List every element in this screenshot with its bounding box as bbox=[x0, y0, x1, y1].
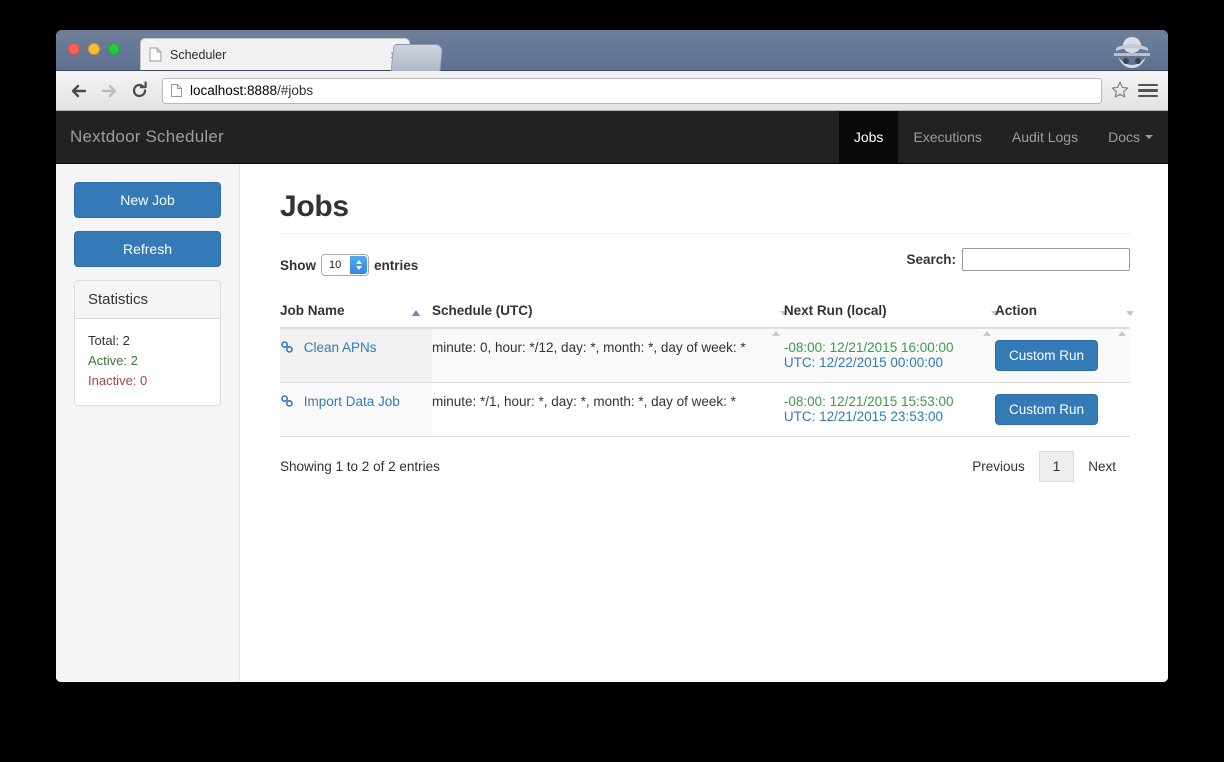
next-run-local: -08:00: 12/21/2015 16:00:00 bbox=[783, 340, 954, 355]
statistic-active: Active: 2 bbox=[88, 353, 138, 369]
entries-label: entries bbox=[374, 257, 419, 273]
job-schedule-cell: minute: 0, hour: */12, day: *, month: *,… bbox=[431, 328, 784, 383]
nav-item-jobs[interactable]: Jobs bbox=[838, 111, 899, 163]
next-run-local: -08:00: 12/21/2015 15:53:00 bbox=[783, 394, 954, 409]
job-next-run-cell: -08:00: 12/21/2015 16:00:00 UTC: 12/22/2… bbox=[783, 328, 995, 383]
nav-item-audit-logs-label: Audit Logs bbox=[1011, 129, 1079, 145]
pagination-page-1[interactable]: 1 bbox=[1038, 451, 1075, 482]
pagination: Previous 1 Next bbox=[958, 451, 1130, 482]
page-icon bbox=[149, 47, 162, 62]
column-header-schedule[interactable]: Schedule (UTC) bbox=[431, 294, 788, 336]
statistics-heading: Statistics bbox=[75, 281, 220, 319]
custom-run-button[interactable]: Custom Run bbox=[994, 394, 1098, 425]
navbar-items: Jobs Executions Audit Logs Docs bbox=[838, 111, 1168, 163]
browser-menu-icon[interactable] bbox=[1138, 80, 1158, 102]
incognito-icon bbox=[1110, 32, 1154, 70]
sidebar: New Job Refresh Statistics Total: 2 Acti… bbox=[56, 164, 240, 682]
table-row: Import Data Job minute: */1, hour: *, da… bbox=[280, 382, 1130, 437]
column-header-next-run-label: Next Run (local) bbox=[783, 303, 887, 318]
statistics-panel: Statistics Total: 2 Active: 2 Inactive: … bbox=[74, 280, 221, 407]
job-name-link[interactable]: Import Data Job bbox=[304, 394, 400, 409]
nav-item-audit-logs[interactable]: Audit Logs bbox=[997, 111, 1093, 163]
page-icon bbox=[171, 84, 182, 97]
page-title: Jobs bbox=[280, 190, 349, 223]
job-next-run-cell: -08:00: 12/21/2015 15:53:00 UTC: 12/21/2… bbox=[783, 382, 995, 437]
column-header-next-run[interactable]: Next Run (local) bbox=[783, 294, 999, 336]
app-navbar: Nextdoor Scheduler Jobs Executions Audit… bbox=[56, 111, 1168, 164]
page-length-value: 10 bbox=[329, 259, 342, 271]
column-header-job-name-label: Job Name bbox=[280, 303, 345, 318]
browser-titlebar: Scheduler × bbox=[56, 30, 1168, 71]
sort-ascending-icon bbox=[411, 310, 420, 316]
statistic-total: Total: 2 bbox=[88, 333, 130, 348]
link-icon bbox=[280, 394, 294, 411]
stepper-arrows-icon[interactable] bbox=[350, 256, 367, 274]
chevron-down-icon bbox=[1145, 135, 1153, 139]
reload-icon[interactable] bbox=[126, 78, 152, 104]
maximize-window-button[interactable] bbox=[108, 43, 120, 55]
app-brand[interactable]: Nextdoor Scheduler bbox=[56, 111, 239, 163]
refresh-button[interactable]: Refresh bbox=[74, 231, 221, 267]
new-job-button[interactable]: New Job bbox=[74, 182, 221, 218]
forward-icon[interactable] bbox=[96, 78, 122, 104]
job-action-cell: Custom Run bbox=[994, 328, 1130, 383]
search-input[interactable] bbox=[962, 248, 1130, 271]
column-header-job-name[interactable]: Job Name bbox=[280, 294, 432, 329]
bookmark-star-icon[interactable] bbox=[1110, 80, 1132, 102]
nav-item-jobs-label: Jobs bbox=[853, 129, 884, 145]
window-traffic-lights bbox=[68, 43, 120, 55]
url-host: localhost:8888 bbox=[190, 83, 278, 98]
job-name-link[interactable]: Clean APNs bbox=[304, 340, 377, 355]
new-tab-button[interactable] bbox=[390, 44, 444, 71]
table-row: Clean APNs minute: 0, hour: */12, day: *… bbox=[280, 328, 1130, 383]
statistics-body: Total: 2 Active: 2 Inactive: 0 bbox=[75, 319, 220, 405]
table-info: Showing 1 to 2 of 2 entries bbox=[280, 459, 440, 474]
pagination-previous[interactable]: Previous bbox=[958, 451, 1039, 482]
pagination-next[interactable]: Next bbox=[1074, 451, 1130, 482]
column-header-action-label: Action bbox=[994, 303, 1037, 318]
url-path: /#jobs bbox=[277, 83, 314, 98]
table-footer: Showing 1 to 2 of 2 entries Previous 1 N… bbox=[280, 451, 1130, 482]
next-run-utc: UTC: 12/21/2015 23:53:00 bbox=[783, 409, 943, 424]
link-icon bbox=[280, 340, 294, 357]
jobs-table-head: Job Name Schedule (UTC) Next Run (local) bbox=[280, 294, 1134, 336]
jobs-table: Job Name Schedule (UTC) Next Run (local) bbox=[280, 294, 1134, 437]
page-content: Nextdoor Scheduler Jobs Executions Audit… bbox=[56, 111, 1168, 682]
job-action-cell: Custom Run bbox=[994, 382, 1130, 437]
search-label: Search: bbox=[906, 252, 956, 267]
custom-run-button[interactable]: Custom Run bbox=[994, 340, 1098, 371]
page-body: New Job Refresh Statistics Total: 2 Acti… bbox=[56, 164, 1168, 682]
job-name-cell: Clean APNs bbox=[280, 328, 432, 383]
next-run-utc: UTC: 12/22/2015 00:00:00 bbox=[783, 355, 943, 370]
page-length-select[interactable]: 10 bbox=[321, 254, 369, 276]
job-schedule-cell: minute: */1, hour: *, day: *, month: *, … bbox=[431, 382, 784, 437]
jobs-table-body: Clean APNs minute: 0, hour: */12, day: *… bbox=[280, 328, 1130, 437]
column-header-action[interactable]: Action bbox=[994, 294, 1134, 336]
statistic-inactive: Inactive: 0 bbox=[88, 373, 148, 389]
browser-tab[interactable]: Scheduler × bbox=[140, 38, 410, 70]
nav-item-docs-label: Docs bbox=[1108, 129, 1140, 145]
address-bar-url: localhost:8888/#jobs bbox=[190, 83, 313, 98]
main-content: Jobs Show 10 entries Search: Job Name Sc… bbox=[240, 164, 1168, 682]
column-header-schedule-label: Schedule (UTC) bbox=[431, 303, 533, 318]
job-name-cell: Import Data Job bbox=[280, 382, 432, 437]
search-control: Search: bbox=[906, 248, 1130, 271]
title-divider bbox=[280, 233, 1130, 234]
desktop-background: Scheduler × bbox=[0, 0, 1224, 762]
back-icon[interactable] bbox=[66, 78, 92, 104]
nav-item-executions-label: Executions bbox=[913, 129, 982, 145]
show-label: Show bbox=[280, 257, 316, 273]
address-bar[interactable]: localhost:8888/#jobs bbox=[162, 77, 1102, 104]
table-header-row: Job Name Schedule (UTC) Next Run (local) bbox=[280, 294, 1134, 336]
browser-toolbar: localhost:8888/#jobs bbox=[56, 71, 1168, 111]
browser-window: Scheduler × bbox=[56, 30, 1168, 682]
nav-item-docs[interactable]: Docs bbox=[1093, 111, 1168, 163]
page-length-control: Show 10 entries bbox=[280, 254, 418, 276]
browser-tab-title: Scheduler bbox=[170, 47, 227, 62]
minimize-window-button[interactable] bbox=[88, 43, 100, 55]
table-controls: Show 10 entries Search: bbox=[280, 248, 1130, 282]
nav-item-executions[interactable]: Executions bbox=[898, 111, 996, 163]
close-window-button[interactable] bbox=[68, 43, 80, 55]
